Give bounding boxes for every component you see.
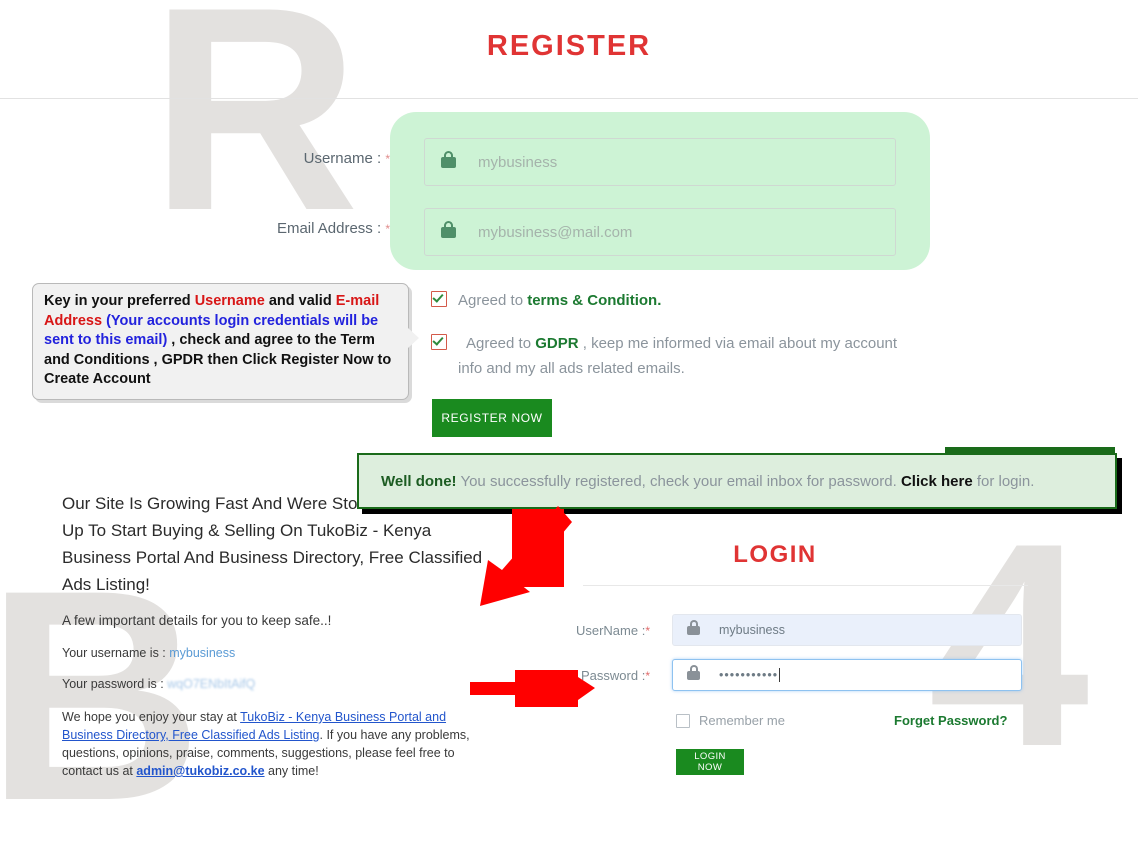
- login-password-input[interactable]: •••••••••••: [672, 659, 1022, 691]
- email-password-value: wqO7ENbItAifQ: [167, 677, 256, 691]
- terms-checkbox[interactable]: [431, 291, 447, 307]
- login-username-label: UserName :*: [500, 623, 650, 638]
- email-subline: A few important details for you to keep …: [62, 613, 332, 628]
- email-password-label: Your password is :: [62, 677, 168, 691]
- login-username-value: mybusiness: [719, 623, 785, 637]
- success-banner: Well done! You successfully registered, …: [357, 453, 1117, 509]
- login-divider: [583, 585, 1028, 586]
- login-now-button[interactable]: LOGIN NOW: [676, 749, 744, 775]
- page-root: R B 4 REGISTER Username : * mybusiness E…: [0, 0, 1138, 845]
- gdpr-checkbox[interactable]: [431, 334, 447, 350]
- email-username-label: Your username is :: [62, 646, 170, 660]
- annotation-text-2: and valid: [264, 293, 336, 309]
- email-contact-link[interactable]: admin@tukobiz.co.ke: [136, 764, 264, 778]
- success-banner-message: Well done! You successfully registered, …: [381, 473, 1034, 490]
- email-closing-paragraph: We hope you enjoy your stay at TukoBiz -…: [62, 708, 492, 780]
- lock-icon: [687, 620, 700, 640]
- lock-icon: [441, 151, 456, 173]
- remember-me-row[interactable]: Remember me: [676, 713, 785, 728]
- annotation-text-1: Key in your preferred: [44, 293, 195, 309]
- email-para-a: We hope you enjoy your stay at: [62, 710, 241, 724]
- success-banner-tail: for login.: [972, 472, 1035, 490]
- annotation-callout: Key in your preferred Username and valid…: [32, 283, 419, 400]
- email-para-c: any time!: [264, 764, 319, 778]
- login-username-required-mark: *: [645, 624, 650, 638]
- register-username-required-mark: *: [385, 152, 390, 166]
- gdpr-checkbox-label: Agreed to GDPR , keep me informed via em…: [458, 331, 911, 381]
- gdpr-checkbox-row[interactable]: Agreed to GDPR , keep me informed via em…: [431, 331, 911, 381]
- terms-checkbox-label: Agreed to terms & Condition.: [458, 288, 661, 313]
- forget-password-link[interactable]: Forget Password?: [894, 713, 1007, 728]
- red-arrow-right-icon: [470, 670, 595, 707]
- email-message-body: Our Site Is Growing Fast And Were Stoked…: [62, 490, 492, 780]
- register-email-input[interactable]: mybusiness@mail.com: [424, 208, 896, 256]
- terms-link[interactable]: terms & Condition.: [527, 292, 661, 309]
- login-password-value: •••••••••••: [719, 668, 779, 682]
- login-username-input[interactable]: mybusiness: [672, 614, 1022, 646]
- register-username-placeholder: mybusiness: [478, 153, 558, 171]
- gdpr-link[interactable]: GDPR: [535, 335, 578, 352]
- register-email-required-mark: *: [385, 222, 390, 236]
- gdpr-prefix: Agreed to: [466, 335, 536, 352]
- annotation-highlight-username: Username: [194, 293, 265, 309]
- register-username-input[interactable]: mybusiness: [424, 138, 896, 186]
- remember-me-label: Remember me: [699, 713, 785, 728]
- email-username-line: Your username is : mybusiness: [62, 644, 492, 662]
- email-password-line: Your password is : wqO7ENbItAifQ: [62, 675, 492, 693]
- terms-prefix: Agreed to: [458, 292, 528, 309]
- success-banner-login-link[interactable]: Click here: [901, 473, 973, 490]
- lock-icon: [687, 665, 700, 685]
- register-email-label: Email Address : *: [160, 220, 390, 237]
- email-username-value: mybusiness: [169, 646, 236, 660]
- register-email-label-text: Email Address :: [276, 220, 382, 237]
- register-now-button[interactable]: REGISTER NOW: [432, 399, 552, 437]
- register-email-placeholder: mybusiness@mail.com: [478, 223, 633, 241]
- login-username-label-text: UserName :: [575, 623, 646, 638]
- success-banner-strong: Well done!: [381, 472, 457, 490]
- red-arrow-down-left-icon: [480, 506, 572, 606]
- login-page-title: LOGIN: [733, 541, 817, 568]
- register-divider: [0, 98, 1138, 99]
- register-username-label: Username : *: [190, 150, 390, 167]
- remember-me-checkbox[interactable]: [676, 713, 690, 728]
- lock-icon: [441, 221, 456, 243]
- success-banner-text: You successfully registered, check your …: [456, 472, 901, 490]
- register-username-label-text: Username :: [303, 150, 382, 167]
- login-password-required-mark: *: [645, 669, 650, 683]
- register-page-title: REGISTER: [486, 30, 652, 62]
- text-caret: [779, 668, 781, 682]
- terms-checkbox-row[interactable]: Agreed to terms & Condition.: [431, 288, 661, 313]
